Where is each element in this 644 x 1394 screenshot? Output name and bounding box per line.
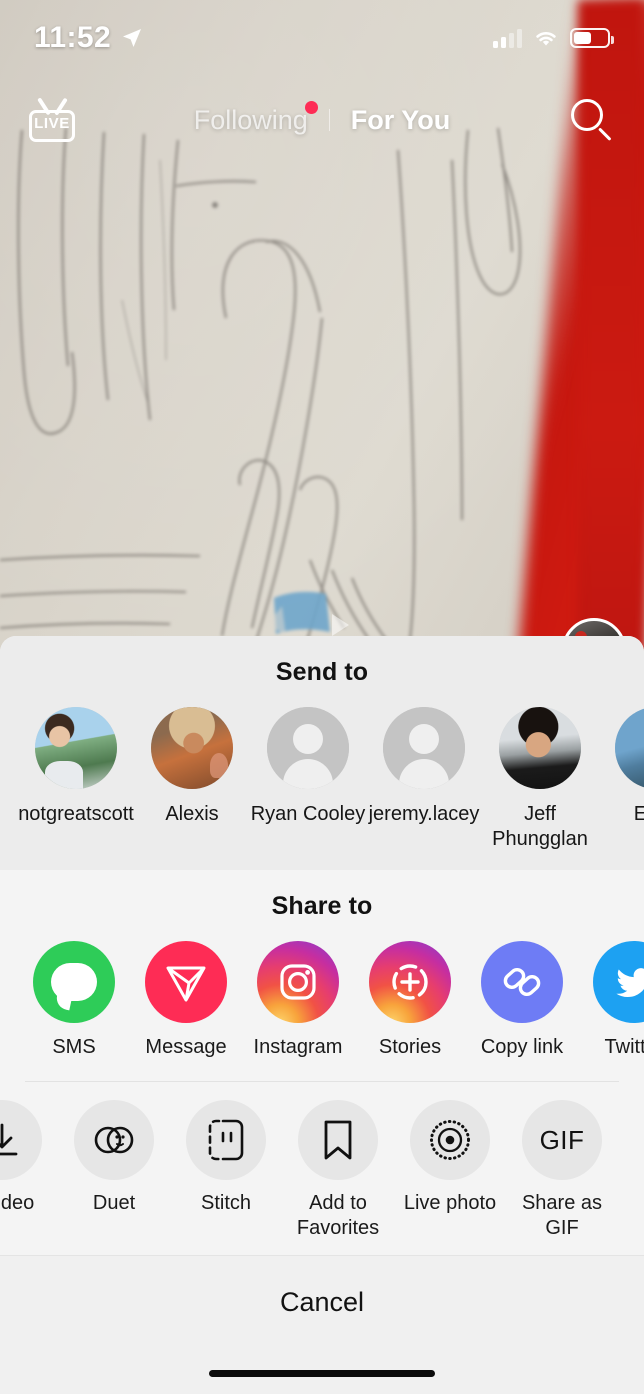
contact-name: Enky bbox=[633, 803, 644, 825]
contact-name: jeremy.lacey bbox=[368, 803, 480, 825]
top-navigation: LIVE Following For You bbox=[0, 80, 644, 160]
action-share-as-gif[interactable]: GIF Share as GIF bbox=[506, 1100, 618, 1241]
status-bar: 11:52 bbox=[0, 0, 644, 76]
tab-following-label: Following bbox=[193, 104, 308, 135]
share-to-title: Share to bbox=[271, 892, 373, 920]
share-target-label: Copy link bbox=[480, 1036, 564, 1058]
status-time-group: 11:52 bbox=[34, 21, 144, 55]
status-indicators bbox=[493, 28, 614, 48]
gif-icon: GIF bbox=[522, 1100, 602, 1180]
status-time: 11:52 bbox=[34, 21, 112, 54]
home-indicator[interactable] bbox=[209, 1370, 435, 1377]
share-target-sms[interactable]: SMS bbox=[18, 941, 130, 1059]
default-avatar-icon bbox=[267, 707, 349, 789]
action-label: e video bbox=[0, 1192, 35, 1214]
action-duet[interactable]: Duet bbox=[58, 1100, 170, 1216]
share-target-label: SMS bbox=[52, 1036, 96, 1058]
share-target-message[interactable]: Message bbox=[130, 941, 242, 1059]
tab-for-you-label: For You bbox=[350, 104, 451, 135]
cellular-signal-icon bbox=[493, 28, 522, 48]
contact-name: Jeff Phungglan bbox=[492, 803, 588, 850]
wifi-icon bbox=[536, 32, 556, 46]
share-target-label: Instagram bbox=[253, 1036, 343, 1058]
actions-divider bbox=[25, 1081, 619, 1082]
contact-name: Alexis bbox=[165, 803, 219, 825]
notification-dot-icon bbox=[304, 100, 318, 114]
contact-item[interactable]: Alexis bbox=[134, 707, 250, 827]
live-label: LIVE bbox=[34, 115, 70, 132]
action-label: Share as GIF bbox=[521, 1192, 603, 1239]
contacts-scroll-row[interactable]: notgreatscott Alexis Ryan Cooley jeremy.… bbox=[0, 707, 644, 852]
share-to-section: Share to SMS Message Instagram Stories C… bbox=[0, 870, 644, 1075]
download-icon bbox=[0, 1100, 42, 1180]
phone-screen: 11:52 LIVE Following For You Send to not… bbox=[0, 0, 644, 1394]
contact-item[interactable]: Ryan Cooley bbox=[250, 707, 366, 827]
feed-tabs: Following For You bbox=[78, 100, 566, 136]
share-target-label: Twitter bbox=[604, 1036, 644, 1058]
actions-scroll-row[interactable]: e video Duet bbox=[0, 1100, 644, 1241]
battery-icon bbox=[570, 28, 614, 48]
action-save-video[interactable]: e video bbox=[0, 1100, 58, 1216]
action-label: Add to Favorites bbox=[296, 1192, 380, 1239]
stitch-icon bbox=[186, 1100, 266, 1180]
actions-section: e video Duet bbox=[0, 1075, 644, 1255]
live-photo-icon bbox=[410, 1100, 490, 1180]
live-tv-icon[interactable]: LIVE bbox=[26, 94, 78, 146]
cancel-label: Cancel bbox=[279, 1287, 365, 1317]
contact-item[interactable]: Jeff Phungglan bbox=[482, 707, 598, 852]
contact-item[interactable]: Enky bbox=[598, 707, 644, 827]
action-label: Duet bbox=[92, 1192, 136, 1214]
tab-for-you[interactable]: For You bbox=[348, 105, 454, 136]
send-to-section: Send to notgreatscott Alexis Ryan Cooley… bbox=[0, 636, 644, 870]
share-target-label: Stories bbox=[378, 1036, 442, 1058]
avatar bbox=[35, 707, 117, 789]
contact-item[interactable]: notgreatscott bbox=[18, 707, 134, 827]
share-target-label: Message bbox=[145, 1036, 227, 1058]
action-stitch[interactable]: Stitch bbox=[170, 1100, 282, 1216]
sms-bubble-icon bbox=[33, 941, 115, 1023]
instagram-camera-icon bbox=[257, 941, 339, 1023]
contact-item[interactable]: jeremy.lacey bbox=[366, 707, 482, 827]
location-arrow-icon bbox=[123, 29, 142, 47]
bookmark-icon bbox=[298, 1100, 378, 1180]
action-add-to-favorites[interactable]: Add to Favorites bbox=[282, 1100, 394, 1241]
tab-separator bbox=[328, 109, 330, 131]
avatar bbox=[267, 707, 349, 789]
twitter-bird-icon bbox=[593, 941, 644, 1023]
contact-name: notgreatscott bbox=[18, 803, 134, 825]
contact-name: Ryan Cooley bbox=[250, 803, 366, 825]
share-targets-scroll-row[interactable]: SMS Message Instagram Stories Copy link … bbox=[0, 941, 644, 1059]
default-avatar-icon bbox=[383, 707, 465, 789]
tab-following[interactable]: Following bbox=[191, 100, 318, 136]
share-target-instagram[interactable]: Instagram bbox=[242, 941, 354, 1059]
action-label: Stitch bbox=[200, 1192, 252, 1214]
avatar bbox=[383, 707, 465, 789]
share-target-copy-link[interactable]: Copy link bbox=[466, 941, 578, 1059]
duet-icon bbox=[74, 1100, 154, 1180]
action-live-photo[interactable]: Live photo bbox=[394, 1100, 506, 1216]
message-plane-icon bbox=[145, 941, 227, 1023]
send-to-title: Send to bbox=[275, 658, 369, 686]
play-triangle-icon bbox=[332, 614, 349, 636]
action-label: Live photo bbox=[403, 1192, 497, 1214]
share-target-twitter[interactable]: Twitter bbox=[578, 941, 644, 1059]
avatar bbox=[615, 707, 644, 789]
share-sheet: Send to notgreatscott Alexis Ryan Cooley… bbox=[0, 636, 644, 1394]
stories-plus-icon bbox=[369, 941, 451, 1023]
avatar bbox=[151, 707, 233, 789]
search-icon[interactable] bbox=[566, 94, 618, 146]
avatar bbox=[499, 707, 581, 789]
link-chain-icon bbox=[481, 941, 563, 1023]
share-target-stories[interactable]: Stories bbox=[354, 941, 466, 1059]
